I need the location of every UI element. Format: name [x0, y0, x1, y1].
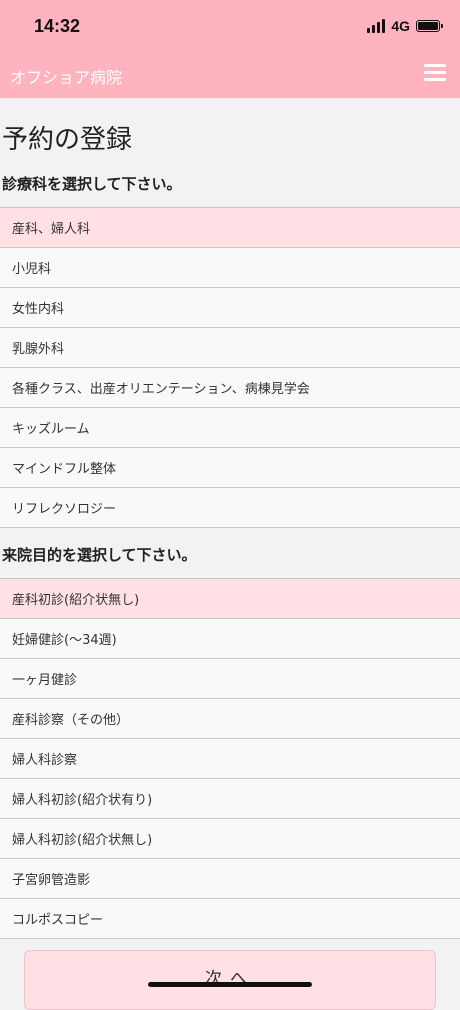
purpose-item[interactable]: 産科診察（その他）	[0, 699, 460, 739]
purpose-item[interactable]: 婦人科診察	[0, 739, 460, 779]
department-item[interactable]: 産科、婦人科	[0, 208, 460, 248]
department-heading: 診療科を選択して下さい。	[2, 175, 182, 193]
battery-icon	[416, 20, 443, 32]
department-item[interactable]: マインドフル整体	[0, 448, 460, 488]
purpose-list: 産科初診(紹介状無し) 妊婦健診(〜34週) 一ヶ月健診 産科診察（その他） 婦…	[0, 578, 460, 939]
list-item-label: 婦人科初診(紹介状無し)	[12, 833, 153, 848]
app-title: オフショア病院	[10, 68, 123, 87]
purpose-item[interactable]: 子宮卵管造影	[0, 859, 460, 899]
purpose-item[interactable]: 妊婦健診(〜34週)	[0, 619, 460, 659]
list-item-label: 婦人科初診(紹介状有り)	[12, 793, 153, 808]
home-indicator	[148, 982, 312, 987]
list-item-label: 婦人科診察	[12, 753, 78, 768]
department-item[interactable]: 乳腺外科	[0, 328, 460, 368]
purpose-item[interactable]: 産科初診(紹介状無し)	[0, 579, 460, 619]
purpose-item[interactable]: コルポスコピー	[0, 899, 460, 939]
department-list: 産科、婦人科 小児科 女性内科 乳腺外科 各種クラス、出産オリエンテーション、病…	[0, 207, 460, 528]
hamburger-icon	[424, 64, 446, 81]
list-item-label: 産科初診(紹介状無し)	[12, 593, 140, 608]
department-item[interactable]: キッズルーム	[0, 408, 460, 448]
purpose-item[interactable]: 婦人科初診(紹介状有り)	[0, 779, 460, 819]
list-item-label: 産科診察（その他）	[12, 713, 130, 728]
status-indicators: 4G	[367, 18, 443, 34]
department-item[interactable]: 女性内科	[0, 288, 460, 328]
list-item-label: 乳腺外科	[12, 342, 65, 357]
app-header: 14:32 4G オフショア病院	[0, 0, 460, 98]
department-item[interactable]: 小児科	[0, 248, 460, 288]
status-bar: 14:32 4G	[0, 0, 460, 54]
network-label: 4G	[391, 18, 410, 34]
department-item[interactable]: 各種クラス、出産オリエンテーション、病棟見学会	[0, 368, 460, 408]
list-item-label: 妊婦健診(〜34週)	[12, 633, 117, 648]
list-item-label: 産科、婦人科	[12, 222, 91, 237]
list-item-label: リフレクソロジー	[12, 502, 117, 517]
list-item-label: キッズルーム	[12, 422, 90, 437]
page-title: 予約の登録	[2, 125, 133, 155]
next-button[interactable]: 次へ	[24, 950, 436, 1010]
purpose-heading: 来院目的を選択して下さい。	[2, 546, 197, 564]
list-item-label: 一ヶ月健診	[12, 673, 78, 688]
list-item-label: 女性内科	[12, 302, 65, 317]
list-item-label: コルポスコピー	[12, 913, 104, 928]
purpose-item[interactable]: 婦人科初診(紹介状無し)	[0, 819, 460, 859]
signal-icon	[367, 19, 386, 33]
list-item-label: 各種クラス、出産オリエンテーション、病棟見学会	[12, 382, 310, 397]
list-item-label: マインドフル整体	[12, 462, 117, 477]
list-item-label: 小児科	[12, 262, 52, 277]
status-time: 14:32	[34, 16, 81, 36]
list-item-label: 子宮卵管造影	[12, 873, 91, 888]
menu-button[interactable]	[424, 64, 446, 82]
purpose-item[interactable]: 一ヶ月健診	[0, 659, 460, 699]
department-item[interactable]: リフレクソロジー	[0, 488, 460, 528]
